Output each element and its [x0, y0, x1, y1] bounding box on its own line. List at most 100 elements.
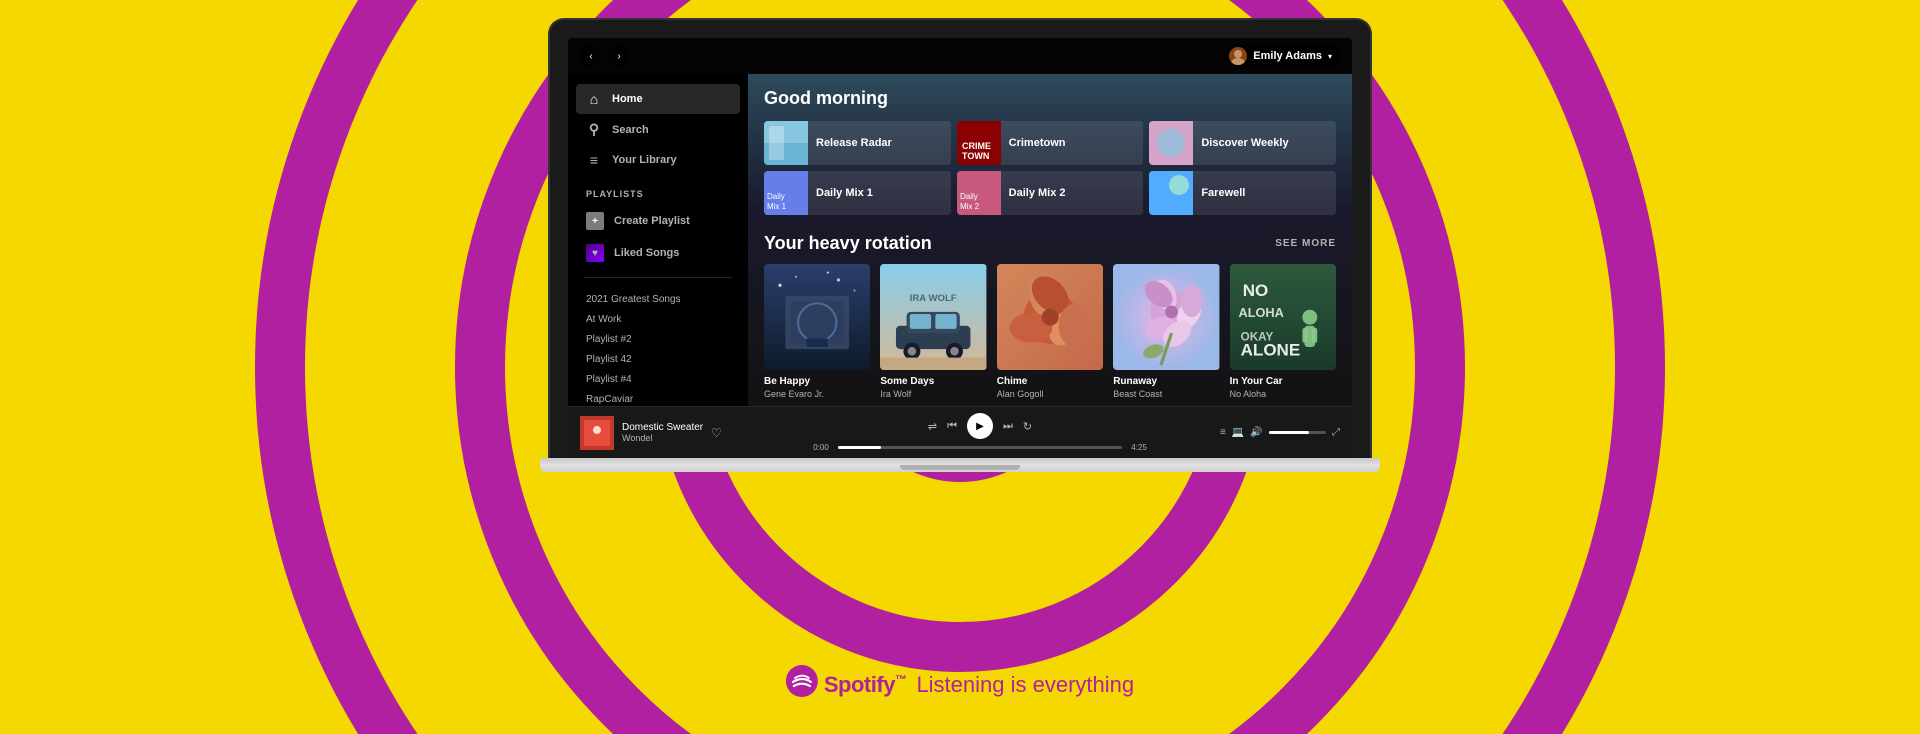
heart-icon: ♥ [586, 244, 604, 262]
playlist-item[interactable]: 2021 Greatest Songs [586, 290, 730, 309]
home-icon: ⌂ [586, 91, 602, 107]
rotation-card-runaway[interactable]: Runaway Beast Coast [1113, 264, 1219, 399]
liked-songs-button[interactable]: ♥ Liked Songs [576, 237, 740, 269]
see-more-button[interactable]: SEE MORE [1275, 238, 1336, 249]
sidebar-item-home[interactable]: ⌂ Home [576, 84, 740, 114]
rotation-title: In Your Car [1230, 376, 1336, 387]
nav-arrows: ‹ › [580, 45, 630, 67]
quick-card-farewell[interactable]: Farewell [1149, 171, 1336, 215]
back-button[interactable]: ‹ [580, 45, 602, 67]
rotation-title: Be Happy [764, 376, 870, 387]
svg-text:IRA WOLF: IRA WOLF [910, 293, 957, 304]
playlists-section-label: PLAYLISTS [568, 175, 748, 205]
heavy-rotation-title: Your heavy rotation [764, 233, 932, 254]
volume-icon[interactable]: 🔊 [1250, 427, 1262, 438]
quick-card-daily-mix-2[interactable]: Daily Mix 2 Daily Mix 2 [957, 171, 1144, 215]
svg-text:CRIME: CRIME [962, 141, 991, 151]
rotation-thumb-chime [997, 264, 1103, 370]
extra-controls: ≡ 💻 🔊 ⤢ [1220, 427, 1340, 438]
quick-card-crimetown[interactable]: CRIME TOWN Crimetown [957, 121, 1144, 165]
rotation-artist: No Aloha [1230, 389, 1336, 399]
create-playlist-label: Create Playlist [614, 215, 690, 227]
main-area: ⌂ Home ⚲ Search ≡ Your Library PLAYLISTS [568, 74, 1352, 406]
heavy-rotation-header: Your heavy rotation SEE MORE [764, 233, 1336, 254]
quick-card-label: Daily Mix 1 [816, 187, 873, 199]
quick-card-label: Crimetown [1009, 137, 1066, 149]
laptop-bezel: ‹ › Emily Adams ▾ ⌂ [550, 20, 1370, 458]
laptop-notch [900, 465, 1020, 470]
track-artist: Wondel [622, 433, 703, 443]
progress-fill [838, 446, 881, 449]
spotify-logo: Spotify™ [786, 665, 907, 704]
total-time: 4:25 [1128, 443, 1150, 452]
shuffle-button[interactable]: ⇌ [928, 420, 937, 433]
svg-text:NO: NO [1242, 281, 1268, 300]
repeat-button[interactable]: ↻ [1023, 420, 1032, 433]
playlist-item[interactable]: At Work [586, 310, 730, 329]
previous-button[interactable]: ⏮ [947, 420, 957, 433]
rotation-title: Some Days [880, 376, 986, 387]
rotation-card-some-days[interactable]: IRA WOLF Some Days Ira Wolf [880, 264, 986, 399]
svg-text:TOWN: TOWN [962, 151, 989, 161]
top-bar: ‹ › Emily Adams ▾ [568, 38, 1352, 74]
sidebar-label-home: Home [612, 93, 643, 105]
quick-card-daily-mix-1[interactable]: Daily Mix 1 Daily Mix 1 [764, 171, 951, 215]
sidebar-label-search: Search [612, 124, 649, 136]
volume-fill [1269, 431, 1309, 434]
volume-bar[interactable] [1269, 431, 1326, 434]
quick-card-thumb-release-radar [764, 121, 808, 165]
sidebar: ⌂ Home ⚲ Search ≡ Your Library PLAYLISTS [568, 74, 748, 406]
now-playing-bar: Domestic Sweater Wondel ♡ ⇌ ⏮ ▶ ⏭ ↻ 0:00 [568, 406, 1352, 458]
rotation-artist: Alan Gogoll [997, 389, 1103, 399]
svg-text:ALOHA: ALOHA [1238, 305, 1283, 320]
svg-text:ALONE: ALONE [1240, 341, 1300, 360]
quick-card-thumb-daily-mix-2: Daily Mix 2 [957, 171, 1001, 215]
playlist-item[interactable]: Playlist #2 [586, 330, 730, 349]
sidebar-item-search[interactable]: ⚲ Search [576, 114, 740, 145]
queue-icon[interactable]: ≡ [1220, 427, 1226, 438]
playlist-item[interactable]: Playlist 42 [586, 350, 730, 369]
create-playlist-button[interactable]: + Create Playlist [576, 205, 740, 237]
sidebar-label-library: Your Library [612, 154, 677, 166]
rotation-title: Chime [997, 376, 1103, 387]
next-button[interactable]: ⏭ [1003, 420, 1013, 433]
sidebar-actions: + Create Playlist ♥ Liked Songs [568, 205, 748, 269]
now-playing-thumb [580, 416, 614, 450]
playlist-item[interactable]: RapCaviar [586, 390, 730, 406]
search-icon: ⚲ [586, 121, 602, 138]
rotation-card-chime[interactable]: Chime Alan Gogoll [997, 264, 1103, 399]
quick-card-label: Discover Weekly [1201, 137, 1288, 149]
rotation-card-be-happy[interactable]: Be Happy Gene Evaro Jr. [764, 264, 870, 399]
rotation-thumb-runaway [1113, 264, 1219, 370]
greeting-heading: Good morning [764, 88, 1336, 109]
rotation-title: Runaway [1113, 376, 1219, 387]
devices-icon[interactable]: 💻 [1232, 427, 1244, 438]
quick-card-release-radar[interactable]: Release Radar [764, 121, 951, 165]
track-text: Domestic Sweater Wondel [622, 422, 703, 443]
plus-icon: + [586, 212, 604, 230]
quick-card-discover-weekly[interactable]: Discover Weekly [1149, 121, 1336, 165]
quick-card-label: Daily Mix 2 [1009, 187, 1066, 199]
play-pause-button[interactable]: ▶ [967, 413, 993, 439]
library-icon: ≡ [586, 152, 602, 168]
liked-songs-label: Liked Songs [614, 247, 679, 259]
avatar [1229, 47, 1247, 65]
sidebar-item-library[interactable]: ≡ Your Library [576, 145, 740, 175]
rotation-thumb-be-happy [764, 264, 870, 370]
quick-card-thumb-farewell [1149, 171, 1193, 215]
rotation-artist: Beast Coast [1113, 389, 1219, 399]
progress-track[interactable] [838, 446, 1122, 449]
spotify-icon [786, 665, 818, 704]
playlist-item[interactable]: Playlist #4 [586, 370, 730, 389]
quick-card-thumb-crimetown: CRIME TOWN [957, 121, 1001, 165]
svg-text:Mix 1: Mix 1 [767, 202, 787, 211]
user-name-label: Emily Adams [1253, 50, 1322, 62]
spotify-branding: Spotify™ Listening is everything [786, 665, 1134, 704]
user-menu[interactable]: Emily Adams ▾ [1225, 44, 1340, 68]
rotation-artist: Gene Evaro Jr. [764, 389, 870, 399]
heart-button[interactable]: ♡ [711, 426, 722, 440]
rotation-card-in-your-car[interactable]: NO ALOHA OKAY ALONE [1230, 264, 1336, 399]
chevron-down-icon: ▾ [1328, 52, 1332, 61]
fullscreen-icon[interactable]: ⤢ [1332, 427, 1340, 438]
forward-button[interactable]: › [608, 45, 630, 67]
